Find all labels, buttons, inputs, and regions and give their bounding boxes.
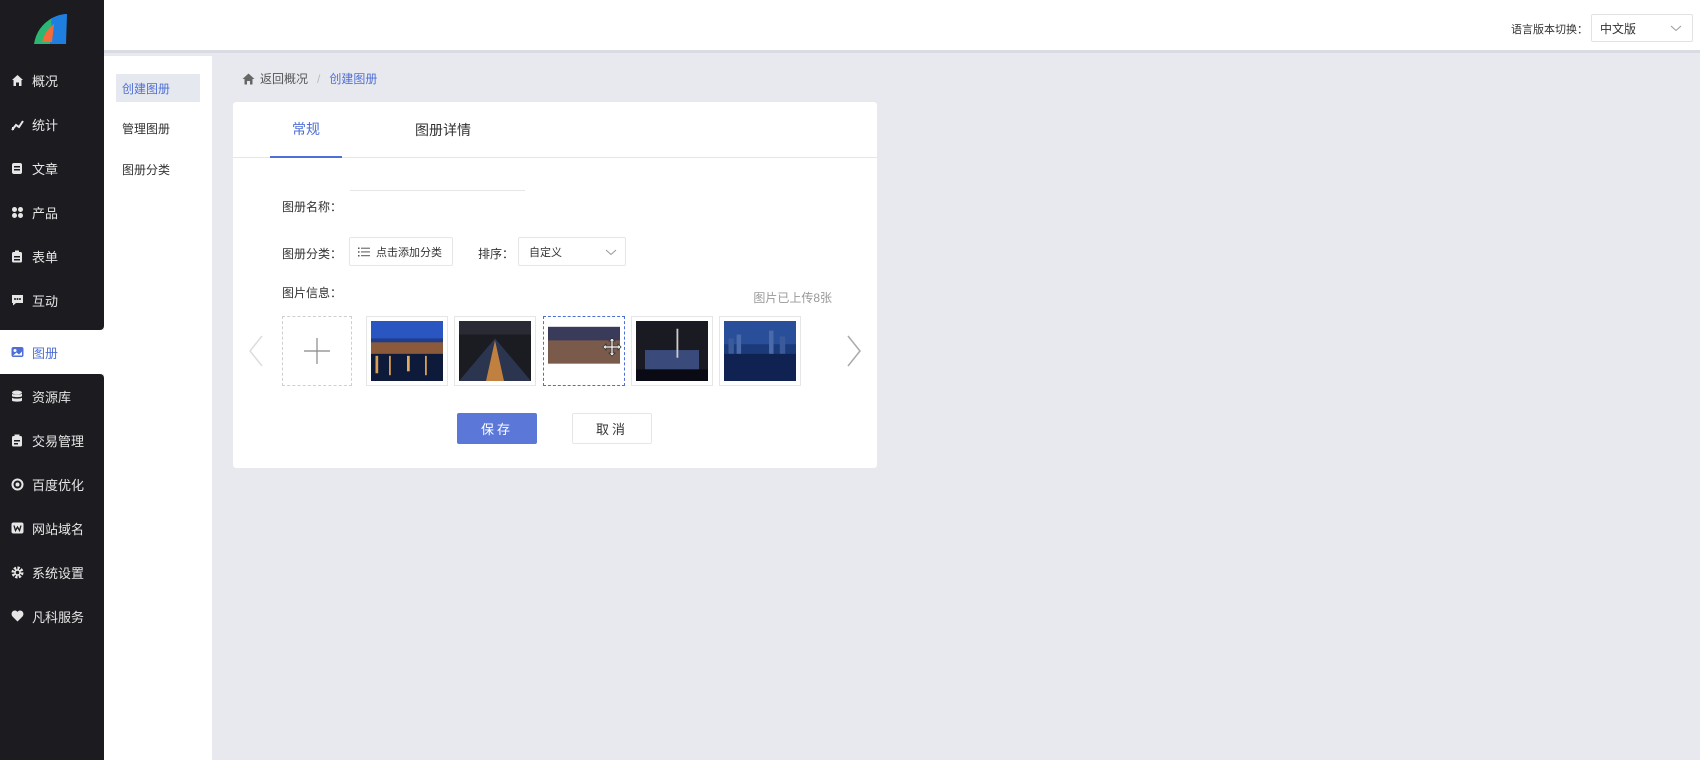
chart-icon [10,117,24,131]
sidebar-item-label: 文章 [32,161,59,177]
sidebar-item-stats[interactable]: 统计 [0,102,104,146]
tab-general[interactable]: 常规 [270,102,342,158]
sidebar-item-service[interactable]: 凡科服务 [0,594,104,638]
language-select-value: 中文版 [1600,21,1637,36]
sidebar-item-label: 交易管理 [32,433,85,449]
sidebar-item-label: 互动 [32,293,59,309]
tab-label: 图册详情 [415,122,471,138]
album-name-input[interactable] [350,163,525,191]
sidebar-item-label: 统计 [32,117,59,133]
add-image-button[interactable] [282,316,352,386]
grid-icon [10,205,24,219]
sidebar-item-label: 凡科服务 [32,609,85,625]
sidebar-item-overview[interactable]: 概况 [0,58,104,102]
chevron-down-icon [1670,25,1682,32]
aerial-city-image [459,321,531,381]
sort-select-value: 自定义 [529,246,562,259]
sidebar-item-label: 资源库 [32,389,72,405]
image-thumbnail[interactable] [719,316,801,386]
clipboard-icon [10,249,24,263]
list-icon [358,247,370,256]
sidebar-item-album[interactable]: 图册 [0,330,104,374]
image-thumbnail[interactable] [366,316,448,386]
sidebar-item-label: 百度优化 [32,477,85,493]
carousel-prev-arrow-icon[interactable] [248,334,264,368]
image-thumbnail-dragging[interactable] [543,316,625,386]
city-night-image [371,321,443,381]
chevron-down-icon [605,249,617,256]
breadcrumb-separator: / [317,71,321,86]
plus-icon [304,338,330,364]
sidebar-item-articles[interactable]: 文章 [0,146,104,190]
sidebar-item-label: 产品 [32,205,59,221]
subnav-item-album-category[interactable]: 图册分类 [116,155,200,183]
subnav-item-manage-album[interactable]: 管理图册 [116,114,200,142]
home-icon [10,73,24,87]
skyline-image [636,321,708,381]
brand-logo[interactable] [30,12,68,46]
image-thumbnail[interactable] [631,316,713,386]
sidebar-item-resources[interactable]: 资源库 [0,374,104,418]
home-icon[interactable] [242,73,255,85]
image-thumbnail[interactable] [454,316,536,386]
tab-bar: 常规 图册详情 [233,102,877,158]
album-name-label: 图册名称： [282,200,343,214]
album-subnav: 创建图册 管理图册 图册分类 [104,56,212,760]
sort-select[interactable]: 自定义 [518,237,626,266]
carousel-next-arrow-icon[interactable] [846,334,862,368]
subnav-item-create-album[interactable]: 创建图册 [116,74,200,102]
top-header: 语言版本切换： 中文版 [104,0,1700,53]
domain-icon [10,521,24,535]
chat-icon [10,293,24,307]
language-select[interactable]: 中文版 [1591,14,1693,42]
album-category-label: 图册分类： [282,247,343,261]
move-cursor-icon [602,337,622,357]
sidebar-item-settings[interactable]: 系统设置 [0,550,104,594]
sidebar-item-forms[interactable]: 表单 [0,234,104,278]
add-category-button[interactable]: 点击添加分类 [349,237,453,266]
subnav-item-label: 创建图册 [122,81,171,96]
image-info-label: 图片信息： [282,286,343,300]
heart-icon [10,609,24,623]
subnav-item-label: 图册分类 [122,162,171,177]
harbor-skyline-image [724,321,796,381]
trade-icon [10,433,24,447]
sidebar-item-interaction[interactable]: 互动 [0,278,104,322]
sidebar-item-label: 系统设置 [32,565,85,581]
subnav-item-label: 管理图册 [122,121,171,136]
seo-icon [10,477,24,491]
sidebar-item-label: 网站域名 [32,521,85,537]
language-switch-label: 语言版本切换： [1511,24,1588,36]
sidebar-item-seo[interactable]: 百度优化 [0,462,104,506]
cancel-button[interactable]: 取消 [572,413,652,444]
breadcrumb-current: 创建图册 [329,72,378,86]
sort-label: 排序： [478,247,515,261]
sidebar-item-domain[interactable]: 网站域名 [0,506,104,550]
sidebar-item-label: 图册 [32,345,59,361]
sidebar-item-label: 概况 [32,73,59,89]
tab-album-details[interactable]: 图册详情 [400,102,486,158]
main-sidebar: 概况 统计 文章 产品 表单 互动 图册 资源库 交易管理 百度优化 网站域名 [0,0,104,760]
tab-label: 常规 [292,121,320,137]
sidebar-item-trade[interactable]: 交易管理 [0,418,104,462]
sidebar-item-products[interactable]: 产品 [0,190,104,234]
uploaded-count: 图片已上传8张 [753,291,832,305]
album-icon [10,345,24,359]
breadcrumb-home-link[interactable]: 返回概况 [260,70,308,87]
sidebar-item-label: 表单 [32,249,59,265]
logo-area [0,0,104,58]
add-category-label: 点击添加分类 [376,246,442,259]
gear-icon [10,565,24,579]
breadcrumb: 返回概况 / 创建图册 [242,70,377,87]
document-icon [10,161,24,175]
database-icon [10,389,24,403]
album-form-card: 常规 图册详情 图册名称： 图册分类： 点击添加分类 排序： 自定义 图片信息：… [233,102,877,468]
save-button[interactable]: 保存 [457,413,537,444]
